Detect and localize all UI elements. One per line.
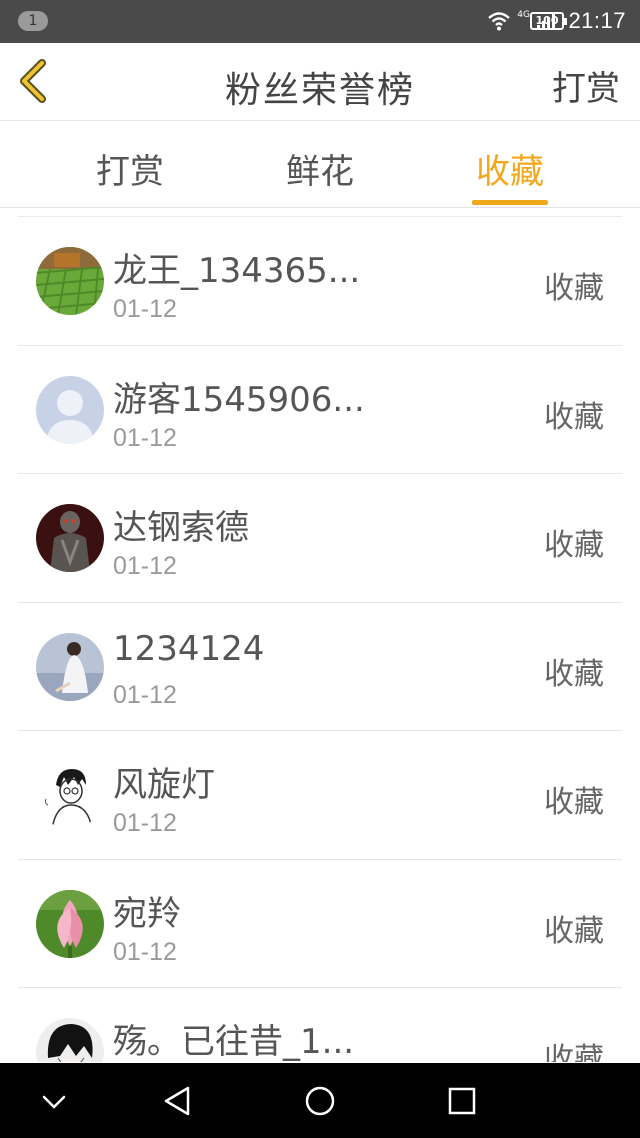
notification-badge: 1	[18, 11, 48, 31]
user-name: 风旋灯	[113, 765, 215, 805]
page-title: 粉丝荣誉榜	[224, 70, 415, 111]
tab-tip[interactable]: 打赏	[70, 144, 190, 193]
item-date: 01-12	[113, 295, 177, 323]
list-item[interactable]: 风旋灯 01-12 收藏	[18, 731, 622, 860]
tab-flowers[interactable]: 鲜花	[260, 144, 380, 193]
status-bar: 1 4G 100 21:17	[0, 0, 640, 43]
user-name: 达钢索德	[113, 508, 249, 548]
user-name: 游客1545906...	[113, 379, 365, 420]
network-type-label: 4G	[517, 10, 530, 20]
girl-photo-avatar	[36, 632, 104, 701]
list-item[interactable]: 1234124 01-12 收藏	[18, 603, 622, 731]
item-date: 01-12	[113, 937, 177, 966]
home-circle-icon	[305, 1086, 335, 1116]
dark-hair-avatar	[36, 1018, 104, 1062]
item-type: 收藏	[544, 785, 604, 820]
back-triangle-icon	[164, 1086, 190, 1116]
lotus-flower-avatar	[36, 889, 104, 958]
battery-icon: 100	[530, 12, 567, 30]
item-type: 收藏	[544, 271, 604, 306]
chevron-down-icon	[42, 1095, 66, 1109]
list-item[interactable]: 龙王_134365... 01-12 收藏	[18, 217, 622, 346]
wifi-icon	[488, 12, 511, 31]
list-item[interactable]: 殇。已往昔_1... 收藏	[18, 988, 622, 1062]
tab-favorites[interactable]: 收藏	[450, 144, 570, 193]
item-type: 收藏	[544, 656, 604, 692]
armor-figure-avatar	[36, 504, 104, 572]
list-item[interactable]: 宛羚 01-12 收藏	[18, 860, 622, 988]
farm-field-avatar	[36, 247, 104, 315]
tab-bar: 打赏 鲜花 收藏	[0, 122, 640, 208]
user-name: 龙王_134365...	[113, 251, 361, 291]
active-tab-indicator	[472, 200, 548, 205]
tip-button[interactable]: 打赏	[552, 61, 620, 110]
user-name: 殇。已往昔_1...	[113, 1022, 355, 1062]
fan-list[interactable]: 龙王_134365... 01-12 收藏 游客1545906... 01-12…	[18, 216, 622, 1062]
battery-level: 100	[535, 14, 559, 27]
item-type: 收藏	[544, 399, 604, 435]
list-item[interactable]: 达钢索德 01-12 收藏	[18, 474, 622, 603]
sketch-boy-avatar	[36, 761, 104, 829]
item-type: 收藏	[544, 528, 604, 563]
item-type: 收藏	[544, 1042, 604, 1062]
recents-square-icon	[448, 1087, 476, 1115]
user-name: 宛羚	[113, 893, 181, 934]
item-date: 01-12	[113, 423, 177, 452]
item-type: 收藏	[544, 913, 604, 949]
app-header: 粉丝荣誉榜 打赏	[0, 43, 640, 121]
item-date: 01-12	[113, 552, 177, 580]
list-item[interactable]: 游客1545906... 01-12 收藏	[18, 346, 622, 474]
nav-hide-button[interactable]	[34, 1081, 74, 1121]
user-name: 1234124	[113, 628, 265, 669]
system-nav-bar	[0, 1063, 640, 1138]
nav-back-button[interactable]	[158, 1081, 198, 1121]
nav-home-button[interactable]	[300, 1081, 340, 1121]
nav-recents-button[interactable]	[442, 1081, 482, 1121]
default-user-avatar	[36, 375, 104, 444]
status-time: 21:17	[568, 8, 626, 33]
item-date: 01-12	[113, 809, 177, 837]
item-date: 01-12	[113, 680, 177, 709]
